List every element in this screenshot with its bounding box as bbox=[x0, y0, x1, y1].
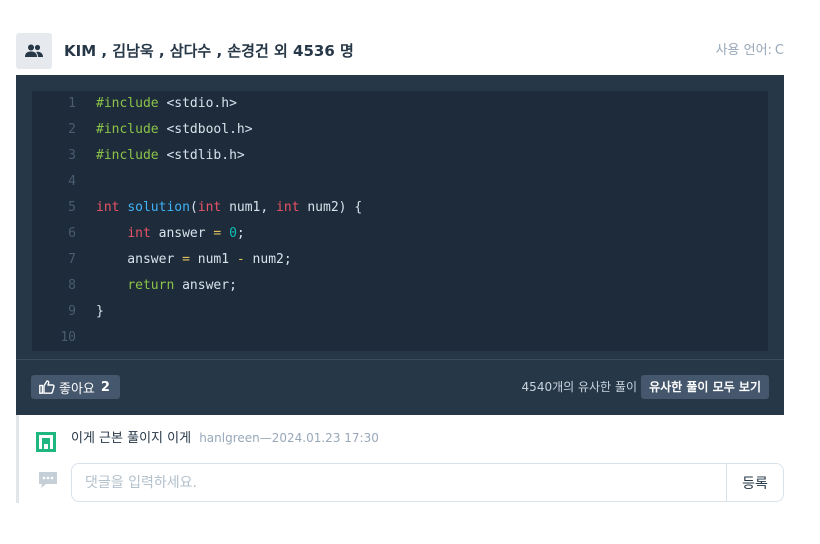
comment-input[interactable] bbox=[72, 464, 726, 501]
comments-section: 이게 근본 풀이지 이게 hanlgreen—2024.01.23 17:30 … bbox=[16, 415, 784, 503]
code-token: answer; bbox=[174, 278, 237, 293]
code-line: 3 #include <stdlib.h> bbox=[32, 143, 245, 169]
code-token: num1 bbox=[189, 252, 237, 267]
line-number: 7 bbox=[68, 252, 76, 267]
line-number: 10 bbox=[60, 330, 76, 345]
code-token: int bbox=[276, 200, 300, 215]
code-footer: 좋아요 2 4540개의 유사한 풀이 유사한 풀이 모두 보기 bbox=[16, 359, 784, 415]
line-number: 9 bbox=[68, 304, 76, 319]
code-token: int bbox=[96, 200, 120, 215]
code-line: 4 bbox=[32, 169, 96, 195]
code-token: #include bbox=[96, 96, 159, 111]
code-token: <stdlib.h> bbox=[158, 148, 245, 163]
code-line: 2 #include <stdbool.h> bbox=[32, 117, 253, 143]
code-token: int bbox=[197, 200, 222, 215]
language-indicator: 사용 언어: C bbox=[716, 33, 784, 69]
speech-bubble-icon bbox=[39, 472, 57, 488]
code-token: #include bbox=[96, 122, 159, 137]
author-names: KIM , 김남욱 , 삼다수 , 손경건 외 4536 명 bbox=[64, 42, 354, 60]
code-token: answer bbox=[96, 252, 183, 267]
line-number: 1 bbox=[68, 96, 76, 111]
code-token: ( bbox=[189, 200, 198, 215]
solution-header: KIM , 김남욱 , 삼다수 , 손경건 외 4536 명 사용 언어: C bbox=[16, 33, 784, 69]
line-number: 8 bbox=[68, 278, 76, 293]
code-token: 0 bbox=[229, 226, 237, 241]
code-token: return bbox=[127, 278, 175, 293]
code-token: - bbox=[236, 252, 245, 267]
comment-body: 이게 근본 풀이지 이게 bbox=[71, 431, 192, 446]
language-label: 사용 언어: bbox=[715, 43, 772, 58]
code-line: 5 int solution(int num1, int num2) { bbox=[32, 195, 362, 221]
language-value: C bbox=[774, 43, 784, 58]
code-card: 1 #include <stdio.h> 2 #include <stdbool.h>… bbox=[16, 75, 784, 415]
code-token: <stdio.h> bbox=[158, 96, 237, 111]
comment-meta: hanlgreen—2024.01.23 17:30 bbox=[199, 431, 379, 445]
code-block: 1 #include <stdio.h> 2 #include <stdbool.h>… bbox=[32, 91, 768, 351]
users-icon bbox=[16, 33, 52, 69]
code-token: solution bbox=[127, 200, 190, 215]
line-number: 3 bbox=[68, 148, 76, 163]
code-token: num2) { bbox=[299, 200, 363, 215]
code-line: 7 answer = num1 - num2; bbox=[32, 247, 292, 273]
code-line: 8 return answer; bbox=[32, 273, 237, 299]
thumbs-up-icon bbox=[39, 380, 55, 394]
like-count: 2 bbox=[100, 379, 110, 395]
line-number: 5 bbox=[68, 200, 76, 215]
comment-form: 등록 bbox=[71, 463, 784, 502]
code-token: } bbox=[96, 304, 104, 319]
code-token: int bbox=[127, 226, 151, 241]
line-number: 2 bbox=[68, 122, 76, 137]
pixel-avatar-icon bbox=[36, 432, 56, 452]
submit-comment-button[interactable]: 등록 bbox=[726, 464, 783, 501]
code-token: num2; bbox=[244, 252, 292, 267]
code-token: ; bbox=[236, 226, 245, 241]
similar-solutions-count: 4540개의 유사한 풀이 bbox=[521, 380, 637, 394]
code-line: 10 bbox=[32, 325, 96, 351]
code-token: #include bbox=[96, 148, 159, 163]
like-label: 좋아요 bbox=[59, 381, 95, 397]
code-token: <stdbool.h> bbox=[158, 122, 253, 137]
comment-item: 이게 근본 풀이지 이게 hanlgreen—2024.01.23 17:30 bbox=[71, 428, 379, 448]
code-token: answer bbox=[150, 226, 214, 241]
code-line: 9} bbox=[32, 299, 104, 325]
code-token: = bbox=[182, 252, 190, 267]
like-button[interactable]: 좋아요 2 bbox=[31, 375, 120, 399]
code-line: 1 #include <stdio.h> bbox=[32, 91, 237, 117]
code-token: num1, bbox=[221, 200, 277, 215]
line-number: 6 bbox=[68, 226, 76, 241]
code-line: 6 int answer = 0; bbox=[32, 221, 245, 247]
line-number: 4 bbox=[68, 174, 76, 189]
view-similar-solutions-button[interactable]: 유사한 풀이 모두 보기 bbox=[641, 375, 769, 399]
